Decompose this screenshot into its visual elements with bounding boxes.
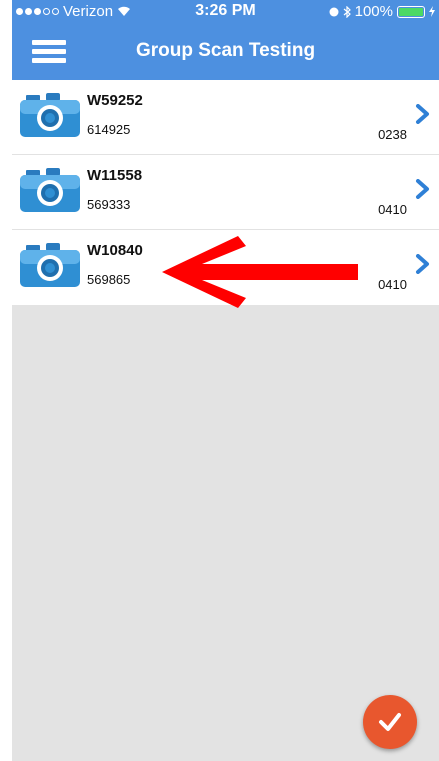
page-title: Group Scan Testing — [135, 40, 316, 61]
list-item[interactable]: W59252 614925 0238 — [12, 80, 439, 155]
alarm-icon — [329, 7, 339, 16]
nav-header: Group Scan Testing — [12, 22, 439, 80]
chevron-right-icon — [416, 254, 429, 274]
battery-percent: 100% — [354, 3, 393, 20]
chevron-right-icon — [416, 179, 429, 199]
phone-screen: Verizon 3:26 PM 100% Group Scan Testing — [0, 0, 439, 761]
item-title: W10840 — [87, 242, 143, 259]
chevron-right-icon — [416, 104, 429, 124]
battery-icon — [397, 5, 425, 18]
item-subtitle: 569333 — [87, 197, 131, 212]
item-subtitle: 569865 — [87, 272, 131, 287]
camera-icon — [20, 168, 80, 212]
list-item[interactable]: W11558 569333 0410 — [12, 155, 439, 230]
status-bar: Verizon 3:26 PM 100% — [12, 0, 439, 22]
item-subtitle: 614925 — [87, 122, 131, 137]
item-code: 0410 — [378, 277, 407, 292]
item-title: W59252 — [87, 92, 143, 109]
camera-icon — [20, 93, 80, 137]
status-right: 100% — [329, 3, 435, 20]
confirm-fab-button[interactable] — [363, 695, 417, 749]
item-code: 0410 — [378, 202, 407, 217]
empty-content-area — [12, 305, 439, 761]
camera-icon — [20, 243, 80, 287]
charging-icon — [429, 6, 435, 17]
bluetooth-icon — [343, 5, 351, 18]
checkmark-icon — [379, 713, 401, 731]
red-arrow-annotation-icon — [162, 236, 358, 308]
item-code: 0238 — [378, 127, 407, 142]
item-title: W11558 — [87, 167, 143, 184]
